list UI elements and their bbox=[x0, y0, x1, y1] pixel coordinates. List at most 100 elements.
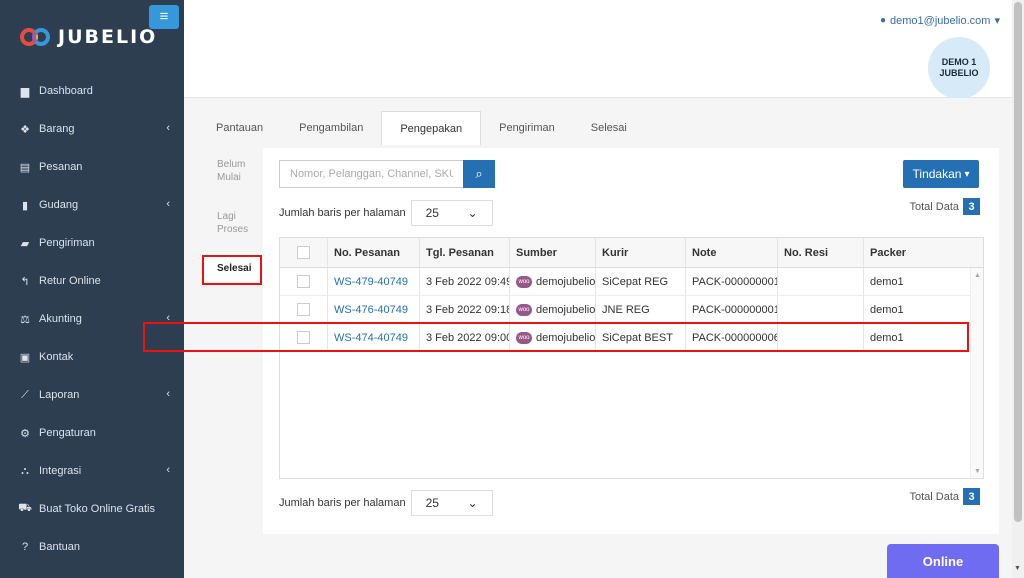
tindakan-button[interactable]: Tindakan ▾ bbox=[903, 160, 979, 188]
row-select-cell bbox=[280, 268, 328, 295]
scroll-down-icon[interactable]: ▼ bbox=[974, 468, 981, 475]
woocommerce-icon: woo bbox=[516, 303, 532, 316]
note-text: PACK-000000001 bbox=[692, 275, 778, 288]
user-icon: ● bbox=[879, 15, 887, 26]
sidebar-item-buat-toko-online-gratis[interactable]: ⛟ Buat Toko Online Gratis bbox=[0, 490, 184, 528]
col-note[interactable]: Note bbox=[686, 238, 778, 267]
search-button[interactable]: ⌕ bbox=[463, 160, 495, 188]
book-icon: ▮ bbox=[21, 199, 29, 212]
tab-pantauan[interactable]: Pantauan bbox=[198, 111, 281, 145]
subnav-lagi-proses[interactable]: Lagi Proses bbox=[202, 200, 264, 252]
avatar-line-1: DEMO 1 bbox=[941, 57, 977, 67]
table-scrollbar[interactable]: ▲ ▼ bbox=[970, 268, 983, 478]
woocommerce-icon: woo bbox=[516, 275, 532, 288]
sidebar-item-pesanan[interactable]: ▤ Pesanan bbox=[0, 148, 184, 186]
col-tgl-pesanan[interactable]: Tgl. Pesanan bbox=[420, 238, 510, 267]
tindakan-label: Tindakan bbox=[912, 167, 962, 181]
scroll-up-icon[interactable]: ▲ bbox=[974, 272, 981, 279]
highlight-row bbox=[143, 322, 969, 352]
total-data-label: Total Data bbox=[909, 490, 959, 503]
sidebar-item-label: Akunting bbox=[39, 313, 82, 325]
top-header: ● demo1@jubelio.com ▾ DEMO 1 JUBELIO bbox=[184, 0, 1012, 99]
note: PACK-000000001✔ bbox=[686, 268, 778, 295]
row-checkbox[interactable] bbox=[297, 303, 310, 316]
menu-toggle-button[interactable]: ≡ bbox=[149, 5, 179, 29]
col-no-pesanan[interactable]: No. Pesanan bbox=[328, 238, 420, 267]
rows-per-page-select[interactable]: 25 ⌄ bbox=[410, 490, 493, 516]
order-number-link[interactable]: WS-476-40749 bbox=[334, 304, 408, 316]
sidebar-item-pengaturan[interactable]: ⚙ Pengaturan bbox=[0, 414, 184, 452]
sidebar-item-label: Dashboard bbox=[39, 85, 93, 97]
sidebar-item-barang[interactable]: ❖ Barang ‹ bbox=[0, 110, 184, 148]
subnav-belum-mulai[interactable]: Belum Mulai bbox=[202, 148, 264, 200]
orders-table: No. Pesanan Tgl. Pesanan Sumber Kurir No… bbox=[279, 237, 984, 479]
sidebar-item-integrasi[interactable]: ⛬ Integrasi ‹ bbox=[0, 452, 184, 490]
courier: JNE REG bbox=[596, 296, 686, 323]
avatar-line-2: JUBELIO bbox=[939, 68, 979, 78]
order-number-link[interactable]: WS-479-40749 bbox=[334, 276, 408, 288]
select-all-cell bbox=[280, 238, 328, 267]
tab-pengiriman[interactable]: Pengiriman bbox=[481, 111, 573, 145]
col-sumber[interactable]: Sumber bbox=[510, 238, 596, 267]
truck-icon: ▰ bbox=[20, 237, 30, 250]
tab-bar: Pantauan Pengambilan Pengepakan Pengiriman S… bbox=[198, 111, 645, 145]
total-data-label: Total Data bbox=[909, 200, 959, 213]
table-row[interactable]: WS-479-40749 3 Feb 2022 09:49 woo demojubel… bbox=[280, 268, 983, 296]
sidebar: JUBELIO ≡ ▆ Dashboard ❖ Barang ‹ ▤ Pesanan ▮ Gud… bbox=[0, 0, 184, 578]
select-all-checkbox[interactable] bbox=[297, 246, 310, 259]
sidebar-item-label: Gudang bbox=[39, 199, 79, 211]
sidebar-item-label: Retur Online bbox=[39, 275, 101, 287]
total-data-top: Total Data 3 bbox=[909, 198, 980, 215]
col-no-resi[interactable]: No. Resi bbox=[778, 238, 864, 267]
avatar[interactable]: DEMO 1 JUBELIO bbox=[928, 37, 990, 99]
sidebar-menu: ▆ Dashboard ❖ Barang ‹ ▤ Pesanan ▮ Gudang ‹ ▰ Pengi… bbox=[0, 72, 184, 566]
chevron-down-icon: ▾ bbox=[964, 168, 970, 180]
scroll-down-icon[interactable]: ▼ bbox=[1014, 565, 1021, 572]
sidebar-item-label: Pesanan bbox=[39, 161, 83, 173]
rows-per-page-top: Jumlah baris per halaman 25 ⌄ bbox=[279, 200, 493, 226]
courier: SiCepat REG bbox=[596, 268, 686, 295]
table-row[interactable]: WS-476-40749 3 Feb 2022 09:18 woo demojubel… bbox=[280, 296, 983, 324]
row-checkbox[interactable] bbox=[297, 275, 310, 288]
sidebar-item-label: Pengaturan bbox=[39, 427, 96, 439]
rows-per-page-label: Jumlah baris per halaman bbox=[279, 497, 406, 509]
cogs-icon: ⚙ bbox=[20, 427, 30, 440]
tab-selesai[interactable]: Selesai bbox=[573, 111, 645, 145]
chevron-left-icon: ‹ bbox=[166, 464, 170, 476]
col-packer[interactable]: Packer bbox=[864, 238, 954, 267]
sidebar-item-pengiriman[interactable]: ▰ Pengiriman bbox=[0, 224, 184, 262]
sidebar-item-bantuan[interactable]: ? Bantuan bbox=[0, 528, 184, 566]
sidebar-item-gudang[interactable]: ▮ Gudang ‹ bbox=[0, 186, 184, 224]
sidebar-item-laporan[interactable]: ⟋ Laporan ‹ bbox=[0, 376, 184, 414]
source-cell: woo demojubelio1 bbox=[510, 296, 596, 323]
tab-pengepakan[interactable]: Pengepakan bbox=[381, 111, 482, 145]
sidebar-item-dashboard[interactable]: ▆ Dashboard bbox=[0, 72, 184, 110]
packer: demo1 bbox=[870, 303, 904, 316]
jubelio-logo[interactable]: JUBELIO bbox=[20, 26, 157, 48]
chevron-left-icon: ‹ bbox=[166, 388, 170, 400]
sidebar-item-label: Pengiriman bbox=[39, 237, 95, 249]
table-header: No. Pesanan Tgl. Pesanan Sumber Kurir No… bbox=[280, 238, 983, 268]
search-input[interactable] bbox=[279, 160, 463, 188]
page-scroll-thumb[interactable] bbox=[1014, 2, 1022, 522]
col-kurir[interactable]: Kurir bbox=[596, 238, 686, 267]
chart-icon: ▆ bbox=[20, 85, 30, 98]
online-chat-button[interactable]: Online bbox=[887, 544, 999, 578]
cart-icon: ⛟ bbox=[18, 502, 32, 514]
rows-per-page-select[interactable]: 25 ⌄ bbox=[410, 200, 493, 226]
cubes-icon: ❖ bbox=[20, 123, 30, 136]
sidebar-item-retur-online[interactable]: ↰ Retur Online bbox=[0, 262, 184, 300]
highlight-selesai bbox=[202, 255, 262, 285]
rows-per-page-value: 25 bbox=[425, 206, 439, 220]
chevron-down-icon: ⌄ bbox=[467, 496, 478, 510]
page-scrollbar[interactable]: ▼ bbox=[1012, 0, 1024, 578]
source-name: demojubelio1 bbox=[536, 303, 596, 316]
note-text: PACK-000000001 bbox=[692, 303, 778, 316]
tab-pengambilan[interactable]: Pengambilan bbox=[281, 111, 381, 145]
subnav-label: Lagi bbox=[217, 211, 236, 222]
resi-cell bbox=[778, 268, 864, 295]
total-data-badge: 3 bbox=[963, 198, 980, 215]
sidebar-item-label: Laporan bbox=[39, 389, 80, 401]
user-menu[interactable]: ● demo1@jubelio.com ▾ bbox=[879, 14, 1000, 28]
order-date: 3 Feb 2022 09:49 bbox=[420, 268, 510, 295]
